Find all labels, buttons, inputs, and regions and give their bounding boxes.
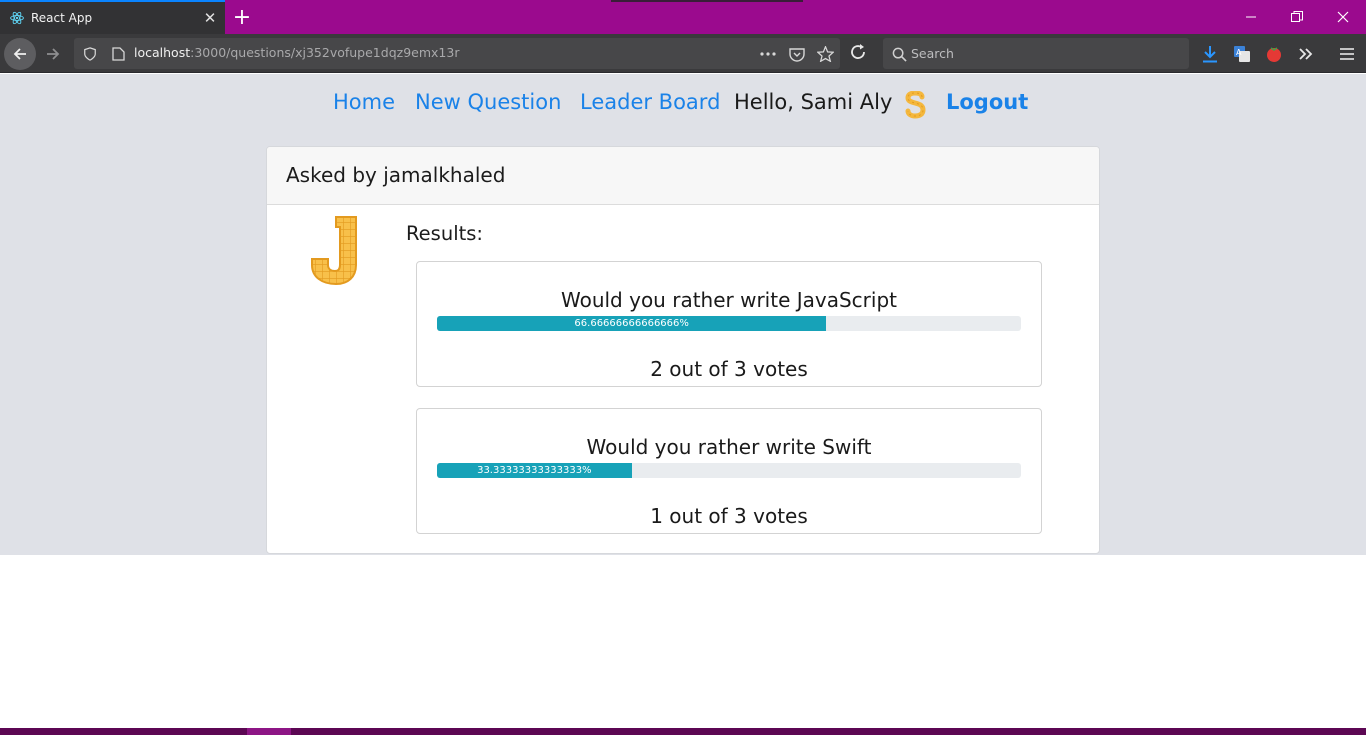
- forward-button[interactable]: [37, 38, 69, 70]
- hamburger-menu-icon[interactable]: [1335, 42, 1359, 66]
- minimize-icon[interactable]: [1228, 0, 1274, 34]
- page-actions-icon[interactable]: [758, 44, 778, 64]
- overflow-chevron-icon[interactable]: [1294, 42, 1318, 66]
- vote-progress-bar: 33.33333333333333%: [437, 463, 1021, 478]
- results-label: Results:: [406, 222, 483, 245]
- address-bar[interactable]: localhost:3000/questions/xj352vofupe1dqz…: [74, 38, 840, 69]
- close-tab-icon[interactable]: ✕: [195, 3, 225, 33]
- tab-title: React App: [31, 11, 93, 25]
- question-card: Asked by jamalkhaled Results: Would you …: [266, 146, 1100, 554]
- vote-progress-bar: 66.66666666666666%: [437, 316, 1021, 331]
- os-taskbar: [0, 728, 1366, 735]
- search-input[interactable]: [911, 44, 1181, 62]
- card-header: Asked by jamalkhaled: [267, 147, 1099, 205]
- nav-new-question-link[interactable]: New Question: [415, 90, 561, 114]
- page-info-icon[interactable]: [108, 44, 128, 64]
- vote-count: 1 out of 3 votes: [650, 504, 808, 528]
- option-result-card: Would you rather write Swift 33.33333333…: [416, 408, 1042, 534]
- close-window-icon[interactable]: [1320, 0, 1366, 34]
- tomato-extension-icon[interactable]: [1262, 42, 1286, 66]
- pocket-icon[interactable]: [787, 44, 807, 64]
- restore-icon[interactable]: [1274, 0, 1320, 34]
- shield-icon[interactable]: [80, 44, 100, 64]
- progress-fill: 66.66666666666666%: [437, 316, 827, 331]
- translate-icon[interactable]: A: [1230, 42, 1254, 66]
- option-text: Would you rather write JavaScript: [560, 288, 897, 312]
- app-navigation: Home New Question Leader Board Hello, Sa…: [0, 88, 1366, 122]
- taskbar-active-app[interactable]: [247, 728, 291, 735]
- search-bar[interactable]: [883, 38, 1189, 69]
- logout-link[interactable]: Logout: [946, 90, 1028, 114]
- user-greeting: Hello, Sami Aly: [734, 90, 893, 114]
- bookmark-star-icon[interactable]: [815, 44, 835, 64]
- percent-label: 33.33333333333333%: [477, 465, 592, 476]
- url-text[interactable]: localhost:3000/questions/xj352vofupe1dqz…: [134, 45, 459, 60]
- back-button[interactable]: [4, 38, 36, 70]
- nav-leader-board-link[interactable]: Leader Board: [580, 90, 720, 114]
- browser-toolbar: localhost:3000/questions/xj352vofupe1dqz…: [0, 34, 1366, 73]
- option-text: Would you rather write Swift: [586, 435, 872, 459]
- vote-count: 2 out of 3 votes: [650, 357, 808, 381]
- active-tab[interactable]: React App ✕: [0, 0, 225, 34]
- react-logo-icon: [9, 10, 25, 26]
- page-area: Home New Question Leader Board Hello, Sa…: [0, 74, 1366, 555]
- new-tab-button[interactable]: +: [229, 3, 255, 31]
- author-avatar: [308, 215, 364, 287]
- nav-home-link[interactable]: Home: [333, 90, 395, 114]
- download-icon[interactable]: [1198, 42, 1222, 66]
- drag-strip: [611, 0, 803, 2]
- svg-text:A: A: [1236, 48, 1242, 57]
- user-avatar: [903, 90, 929, 119]
- reload-icon[interactable]: [848, 42, 872, 66]
- option-result-card: Would you rather write JavaScript 66.666…: [416, 261, 1042, 387]
- tab-strip: React App ✕ +: [0, 0, 1366, 34]
- progress-fill: 33.33333333333333%: [437, 463, 632, 478]
- search-icon: [889, 44, 909, 64]
- percent-label: 66.66666666666666%: [574, 318, 689, 329]
